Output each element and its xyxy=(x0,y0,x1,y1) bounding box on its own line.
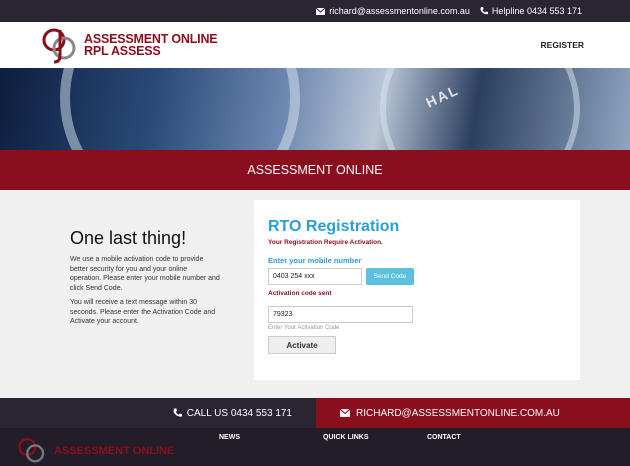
site-footer: ASSESSMENT ONLINE NEWS QUICK LINKS CONTA… xyxy=(0,428,630,466)
call-us-text: CALL US 0434 553 171 xyxy=(186,407,292,419)
form-title: RTO Registration xyxy=(268,218,400,235)
intro-paragraph-1: We use a mobile activation code to provi… xyxy=(70,256,220,292)
footer-news-heading: NEWS xyxy=(219,434,240,441)
phone-icon xyxy=(173,408,182,417)
hero-image: HAL xyxy=(0,68,630,150)
mobile-input[interactable]: 0403 254 xxx xyxy=(268,268,362,285)
banner-title: ASSESSMENT ONLINE xyxy=(247,163,383,177)
send-code-button[interactable]: Send Code xyxy=(366,268,414,285)
logo-line2: RPL ASSESS xyxy=(84,44,161,58)
registration-card: RTO Registration Your Registration Requi… xyxy=(254,200,580,380)
email-us-text: RICHARD@ASSESSMENTONLINE.COM.AU xyxy=(356,407,560,419)
top-helpline-text: Helpline 0434 553 171 xyxy=(491,6,582,16)
footer-logo[interactable]: ASSESSMENT ONLINE xyxy=(14,436,174,466)
contact-strip: CALL US 0434 553 171 RICHARD@ASSESSMENTO… xyxy=(0,398,630,428)
page-banner: ASSESSMENT ONLINE xyxy=(0,150,630,190)
top-helpline-link[interactable]: Helpline 0434 553 171 xyxy=(480,6,582,16)
email-us-link[interactable]: RICHARD@ASSESSMENTONLINE.COM.AU xyxy=(316,398,630,428)
main-content: One last thing! We use a mobile activati… xyxy=(0,190,630,398)
footer-quick-links-heading: QUICK LINKS xyxy=(323,434,369,441)
code-sent-label: Activation code sent xyxy=(268,290,332,297)
intro-paragraph-2: You will receive a text message within 3… xyxy=(70,299,216,325)
mobile-label: Enter your mobile number xyxy=(268,256,362,265)
top-contact-bar: richard@assessmentonline.com.au Helpline… xyxy=(0,0,630,22)
intro-heading: One last thing! xyxy=(70,228,187,248)
envelope-icon xyxy=(340,409,350,417)
activation-code-input[interactable]: 79323 xyxy=(268,306,413,323)
site-header: ASSESSMENT ONLINE RPL ASSESS REGISTER xyxy=(0,22,630,68)
envelope-icon xyxy=(316,7,326,15)
top-email-link[interactable]: richard@assessmentonline.com.au xyxy=(316,6,470,16)
activate-button[interactable]: Activate xyxy=(268,336,336,354)
phone-icon xyxy=(480,7,488,15)
top-email-text: richard@assessmentonline.com.au xyxy=(329,6,470,16)
register-link[interactable]: REGISTER xyxy=(541,40,584,50)
logo-mark-icon xyxy=(18,437,45,463)
call-us-link[interactable]: CALL US 0434 553 171 xyxy=(0,398,316,428)
activation-notice: Your Registration Require Activation. xyxy=(268,239,383,246)
site-logo[interactable]: ASSESSMENT ONLINE RPL ASSESS xyxy=(40,26,218,64)
footer-contact-heading: CONTACT xyxy=(427,434,461,441)
activation-code-hint: Enter Your Activation Code xyxy=(268,325,340,331)
logo-mark-icon xyxy=(42,28,76,64)
footer-logo-text: ASSESSMENT ONLINE xyxy=(54,445,175,457)
intro-section: One last thing! We use a mobile activati… xyxy=(70,228,220,332)
